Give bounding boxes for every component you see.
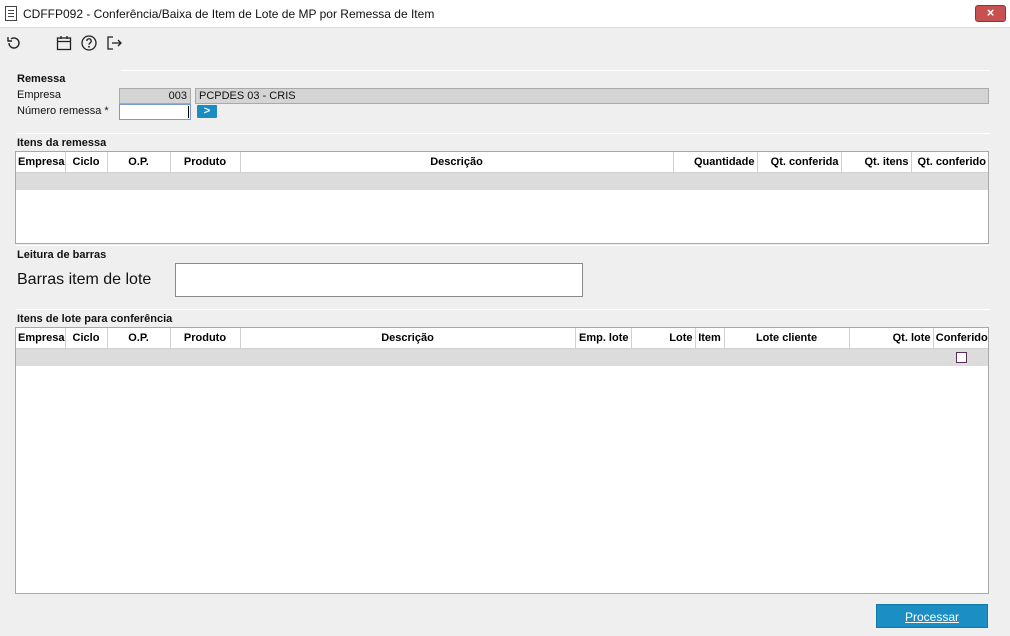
itens-lote-header-row: Empresa Ciclo O.P. Produto Descrição Emp… — [16, 328, 988, 349]
empresa-name-field: PCPDES 03 - CRIS — [195, 88, 989, 104]
leitura-divider — [16, 245, 990, 246]
col-emp-lote[interactable]: Emp. lote — [575, 328, 632, 349]
document-icon — [5, 6, 17, 21]
text-cursor — [188, 106, 189, 118]
col-produto[interactable]: Produto — [170, 328, 241, 349]
col-qt-conferido[interactable]: Qt. conferido — [911, 152, 988, 173]
itens-remessa-grid: Empresa Ciclo O.P. Produto Descrição Qua… — [15, 151, 989, 244]
title-bar: CDFFP092 - Conferência/Baixa de Item de … — [0, 0, 1010, 28]
col-descricao[interactable]: Descrição — [240, 328, 576, 349]
col-qt-lote[interactable]: Qt. lote — [849, 328, 934, 349]
col-ciclo[interactable]: Ciclo — [65, 328, 108, 349]
col-ciclo[interactable]: Ciclo — [65, 152, 108, 173]
help-icon[interactable] — [80, 34, 98, 52]
col-quantidade[interactable]: Quantidade — [673, 152, 758, 173]
remessa-section-title: Remessa — [17, 73, 66, 85]
window-title: CDFFP092 - Conferência/Baixa de Item de … — [23, 7, 435, 21]
close-button[interactable]: × — [975, 5, 1006, 22]
leitura-section-title: Leitura de barras — [17, 249, 107, 261]
exit-icon[interactable] — [105, 34, 123, 52]
table-row[interactable] — [16, 348, 988, 366]
itens-lote-section-title: Itens de lote para conferência — [17, 313, 173, 325]
itens-lote-divider — [16, 309, 990, 310]
col-qt-conferida[interactable]: Qt. conferida — [757, 152, 842, 173]
itens-remessa-header-row: Empresa Ciclo O.P. Produto Descrição Qua… — [16, 152, 988, 173]
col-lote[interactable]: Lote — [631, 328, 696, 349]
itens-lote-grid: Empresa Ciclo O.P. Produto Descrição Emp… — [15, 327, 989, 594]
col-op[interactable]: O.P. — [107, 152, 171, 173]
itens-remessa-section-title: Itens da remessa — [17, 137, 107, 149]
processar-button[interactable]: Processar — [876, 604, 988, 628]
refresh-icon[interactable] — [5, 34, 23, 52]
col-empresa[interactable]: Empresa — [16, 328, 66, 349]
barras-input[interactable] — [175, 263, 583, 297]
search-remessa-button[interactable]: > — [197, 105, 217, 118]
col-descricao[interactable]: Descrição — [240, 152, 674, 173]
col-produto[interactable]: Produto — [170, 152, 241, 173]
conferido-checkbox[interactable] — [956, 351, 967, 363]
toolbar — [0, 29, 1010, 57]
itens-remessa-divider — [16, 133, 990, 134]
remessa-divider — [121, 70, 990, 71]
calendar-icon[interactable] — [55, 34, 73, 52]
barras-label: Barras item de lote — [17, 271, 152, 288]
numero-remessa-label: Número remessa * — [17, 105, 109, 117]
numero-remessa-input[interactable] — [119, 104, 191, 120]
empresa-label: Empresa — [17, 89, 62, 101]
col-item[interactable]: Item — [695, 328, 725, 349]
col-op[interactable]: O.P. — [107, 328, 171, 349]
processar-label: Processar — [904, 610, 960, 624]
table-row[interactable] — [16, 172, 988, 190]
empresa-code-field: 003 — [119, 88, 191, 104]
col-empresa[interactable]: Empresa — [16, 152, 66, 173]
col-qt-itens[interactable]: Qt. itens — [841, 152, 912, 173]
col-lote-cliente[interactable]: Lote cliente — [724, 328, 850, 349]
col-conferido[interactable]: Conferido — [933, 328, 988, 349]
